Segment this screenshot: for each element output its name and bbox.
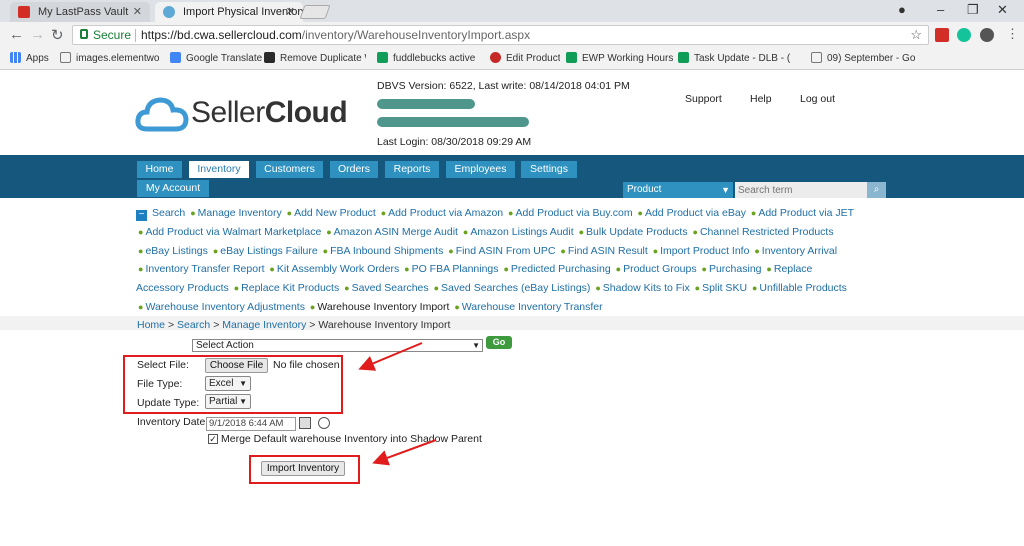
annotation-arrow-2: [372, 439, 437, 466]
annotation-arrow-1: [358, 342, 423, 371]
annotation-arrows: [358, 342, 437, 466]
